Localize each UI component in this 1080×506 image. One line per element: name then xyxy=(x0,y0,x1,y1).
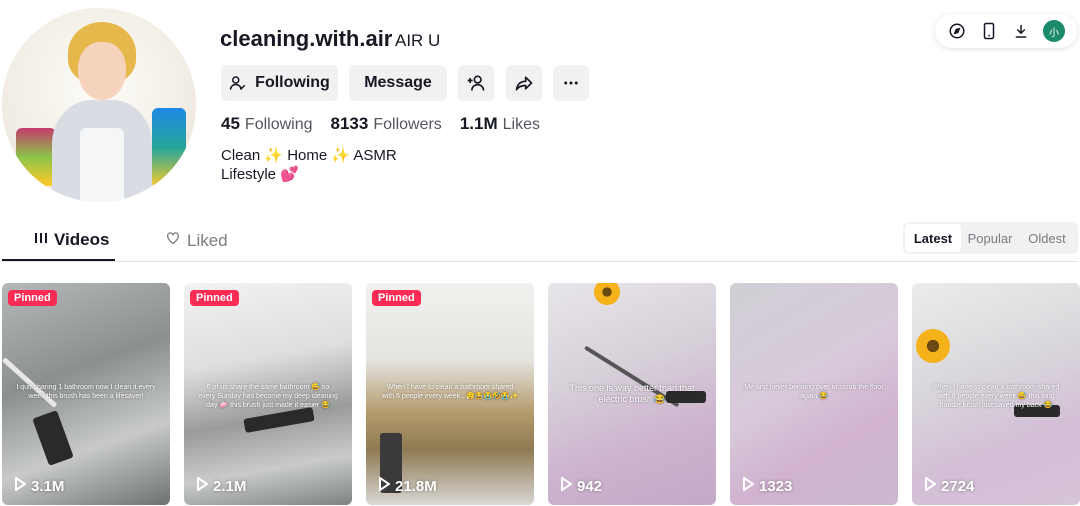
play-icon xyxy=(378,476,391,495)
pinned-badge: Pinned xyxy=(190,290,239,306)
following-label: Following xyxy=(244,116,313,133)
video-card[interactable]: Pinned 6 of us share the same bathroom 😅… xyxy=(184,283,352,505)
likes-count: 1.1M xyxy=(459,114,498,133)
profile-avatar[interactable] xyxy=(2,8,196,202)
more-options-button[interactable] xyxy=(553,65,589,101)
sort-latest[interactable]: Latest xyxy=(905,224,961,252)
avatar-detail xyxy=(78,42,126,100)
tab-liked[interactable]: Liked xyxy=(165,230,228,251)
profile-username: cleaning.with.air xyxy=(220,26,393,51)
view-count: 2724 xyxy=(941,477,975,495)
bio-line: Clean ✨ Home ✨ ASMR xyxy=(221,147,397,164)
tab-liked-label: Liked xyxy=(187,230,228,250)
play-icon xyxy=(742,476,755,495)
play-icon xyxy=(196,476,209,495)
video-thumbnail-detail xyxy=(594,283,620,305)
bio-line: Lifestyle 💕 xyxy=(221,166,299,183)
download-icon[interactable] xyxy=(1011,21,1031,41)
play-icon xyxy=(924,476,937,495)
profile-nickname: AIR U xyxy=(395,31,441,50)
avatar-detail xyxy=(152,108,186,188)
view-count: 1323 xyxy=(759,477,793,495)
stat-followers[interactable]: 8133 Followers xyxy=(331,114,442,134)
video-views: 2.1M xyxy=(196,476,247,495)
share-arrow-icon xyxy=(514,73,534,93)
video-caption: I quit sharing 1 bathroom now I clean it… xyxy=(16,384,156,400)
sort-control: Latest Popular Oldest xyxy=(903,222,1078,254)
top-toolbar: 小 xyxy=(935,14,1077,48)
video-caption: 6 of us share the same bathroom 😅 so eve… xyxy=(198,384,338,409)
pinned-badge: Pinned xyxy=(372,290,421,306)
view-count: 21.8M xyxy=(395,477,437,495)
add-user-icon xyxy=(466,73,486,93)
video-views: 3.1M xyxy=(14,476,65,495)
sort-popular[interactable]: Popular xyxy=(961,224,1019,252)
view-count: 3.1M xyxy=(31,477,65,495)
tab-active-indicator xyxy=(2,259,115,261)
likes-label: Likes xyxy=(502,116,540,133)
following-button[interactable]: Following xyxy=(221,65,338,101)
video-caption: When I have to clean a bathroom shared w… xyxy=(932,384,1060,409)
video-card[interactable]: When I have to clean a bathroom shared w… xyxy=(912,283,1080,505)
video-views: 1323 xyxy=(742,476,793,495)
followers-label: Followers xyxy=(373,116,442,133)
video-card[interactable]: Pinned When I have to clean a bathroom s… xyxy=(366,283,534,505)
sort-oldest[interactable]: Oldest xyxy=(1019,224,1075,252)
more-dots-icon xyxy=(562,74,580,92)
phone-icon[interactable] xyxy=(979,21,999,41)
play-icon xyxy=(560,476,573,495)
video-caption: This one is way better than that electri… xyxy=(569,383,695,404)
user-check-icon xyxy=(229,74,247,92)
heart-lock-icon xyxy=(165,230,181,251)
followers-count: 8133 xyxy=(330,114,369,133)
video-card[interactable]: This one is way better than that electri… xyxy=(548,283,716,505)
stat-following[interactable]: 45 Following xyxy=(221,114,313,134)
add-friend-button[interactable] xyxy=(458,65,494,101)
video-views: 2724 xyxy=(924,476,975,495)
pinned-badge: Pinned xyxy=(8,290,57,306)
video-caption: When I have to clean a bathroom shared w… xyxy=(381,384,519,400)
play-icon xyxy=(14,476,27,495)
view-count: 2.1M xyxy=(213,477,247,495)
video-views: 942 xyxy=(560,476,603,495)
stat-likes: 1.1M Likes xyxy=(460,114,540,134)
video-thumbnail-detail xyxy=(243,407,315,433)
tab-videos[interactable]: Videos xyxy=(34,230,109,250)
compass-icon[interactable] xyxy=(947,21,967,41)
user-avatar-small[interactable]: 小 xyxy=(1043,20,1065,42)
share-button[interactable] xyxy=(506,65,542,101)
video-thumbnail-detail xyxy=(916,329,950,363)
video-caption: Me and never bending over to scrub the f… xyxy=(744,384,884,400)
message-button[interactable]: Message xyxy=(349,65,447,101)
video-views: 21.8M xyxy=(378,476,437,495)
video-card[interactable]: Pinned I quit sharing 1 bathroom now I c… xyxy=(2,283,170,505)
video-thumbnail-detail xyxy=(32,410,74,466)
video-card[interactable]: Me and never bending over to scrub the f… xyxy=(730,283,898,505)
following-count: 45 xyxy=(221,114,240,133)
avatar-detail xyxy=(16,128,56,186)
profile-stats: 45 Following 8133 Followers 1.1M Likes xyxy=(221,114,540,134)
avatar-detail xyxy=(80,128,124,202)
profile-bio: Clean ✨ Home ✨ ASMR Lifestyle 💕 xyxy=(221,146,397,184)
following-button-label: Following xyxy=(255,74,330,91)
tab-videos-label: Videos xyxy=(54,230,110,249)
view-count: 942 xyxy=(577,477,603,495)
videos-grid-icon xyxy=(34,230,48,250)
message-button-label: Message xyxy=(364,74,432,91)
